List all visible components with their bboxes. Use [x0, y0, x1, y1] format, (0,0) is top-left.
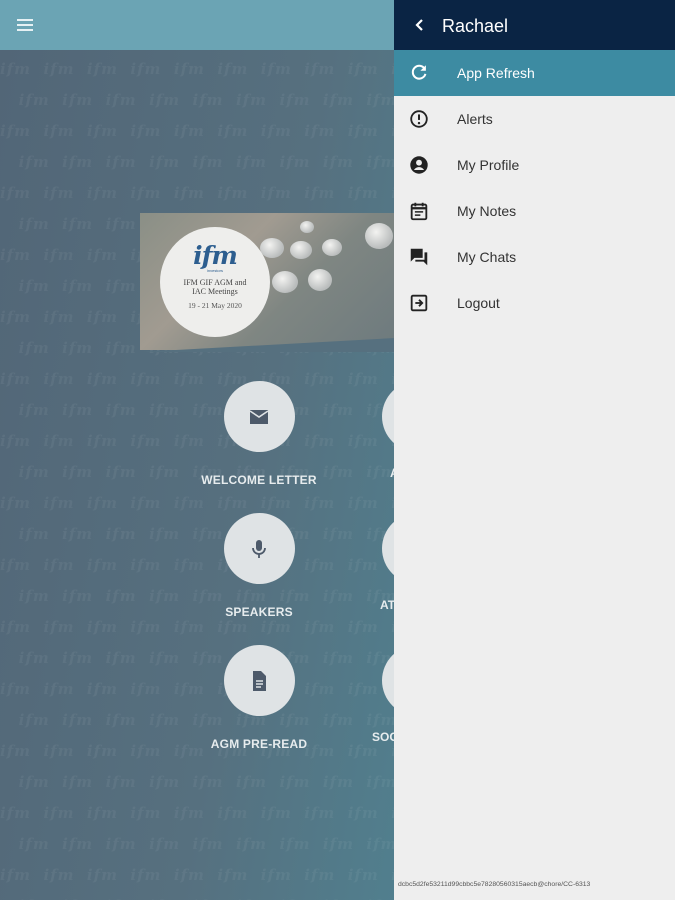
- drawer-item-label: Alerts: [457, 111, 493, 127]
- ifm-logo: ifm: [193, 241, 238, 270]
- document-icon: [223, 645, 295, 716]
- chevron-left-icon[interactable]: [408, 13, 432, 37]
- drawer-item-label: App Refresh: [457, 65, 535, 81]
- alert-circle-icon: [408, 108, 430, 130]
- drawer-header: Rachael: [394, 0, 675, 50]
- drawer-item-label: My Profile: [457, 157, 520, 173]
- tile-label: WELCOME LETTER: [201, 473, 317, 487]
- user-name: Rachael: [442, 16, 509, 36]
- notes-icon: [408, 200, 430, 222]
- logout-icon: [408, 292, 430, 314]
- tile-welcome-letter[interactable]: WELCOME LETTER: [179, 381, 339, 487]
- drawer-item-label: My Notes: [457, 203, 517, 219]
- tile-label: AGM PRE-READ: [210, 737, 308, 751]
- drawer-item-label: Logout: [457, 295, 500, 311]
- ifm-logo-sub: investors: [206, 268, 223, 273]
- tile-label: SPEAKERS: [225, 605, 293, 619]
- account-circle-icon: [408, 154, 430, 176]
- navigation-drawer: Rachael App Refresh Alerts My Profile My…: [394, 0, 675, 900]
- build-version: dcbc5d2fe53211d99cbbc5e78280560315aecb@c…: [398, 881, 591, 888]
- drawer-item-label: My Chats: [457, 249, 517, 265]
- mail-icon: [223, 381, 295, 452]
- tile-speakers[interactable]: SPEAKERS: [179, 513, 339, 619]
- drawer-item-my-notes[interactable]: My Notes: [394, 188, 675, 234]
- microphone-icon: [223, 513, 295, 584]
- event-dates: 19 - 21 May 2020: [188, 301, 242, 310]
- drawer-item-app-refresh[interactable]: App Refresh: [394, 50, 675, 96]
- drawer-item-alerts[interactable]: Alerts: [394, 96, 675, 142]
- drawer-item-logout[interactable]: Logout: [394, 280, 675, 326]
- drawer-item-my-profile[interactable]: My Profile: [394, 142, 675, 188]
- drawer-item-my-chats[interactable]: My Chats: [394, 234, 675, 280]
- event-title: IFM GIF AGM and IAC Meetings: [183, 278, 247, 296]
- chat-icon: [408, 246, 430, 268]
- hamburger-menu-icon[interactable]: [10, 10, 40, 40]
- tile-partial-2-label: AT: [380, 598, 396, 612]
- event-logo-badge: ifm investors IFM GIF AGM and IAC Meetin…: [160, 227, 270, 337]
- refresh-icon: [408, 62, 430, 84]
- tile-agm-pre-read[interactable]: AGM PRE-READ: [179, 645, 339, 751]
